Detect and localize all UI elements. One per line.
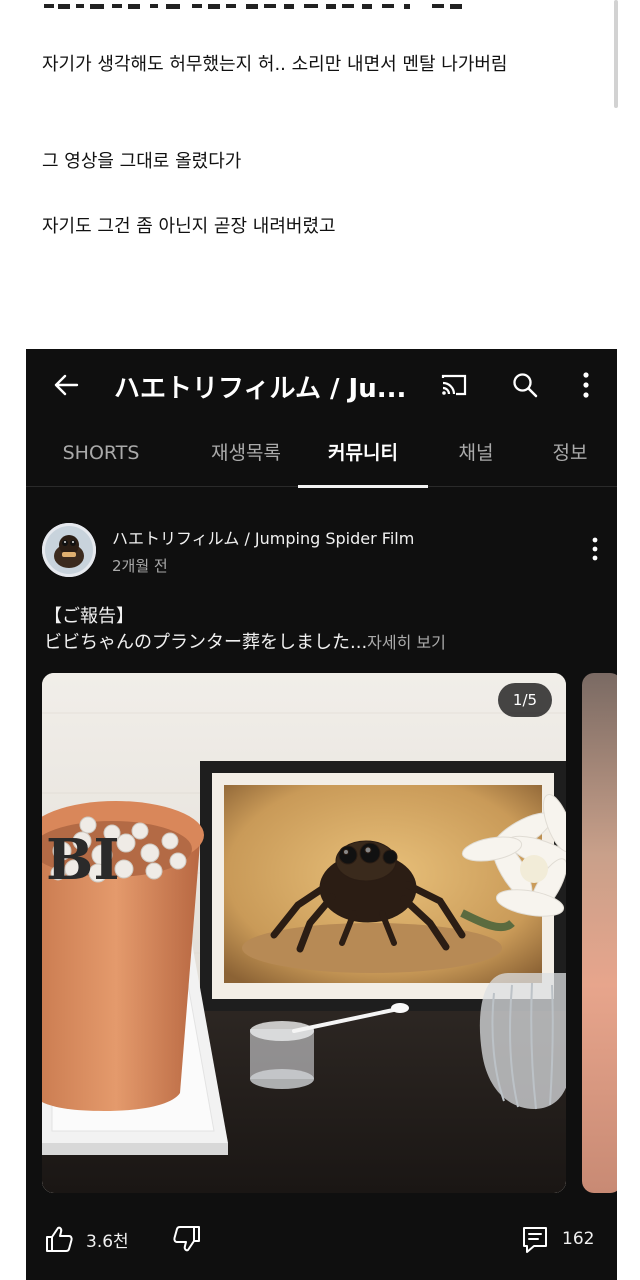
flower-pot: BI — [42, 801, 204, 1111]
article-line: 자기가 생각해도 허무했는지 허.. 소리만 내면서 멘탈 나가버림 — [42, 54, 508, 75]
comment-icon — [523, 1227, 547, 1253]
spider-memorial-photo: BI — [42, 673, 566, 1193]
post-image[interactable]: BI — [42, 673, 566, 1193]
tab-shorts[interactable]: SHORTS — [48, 421, 154, 487]
youtube-screenshot: ハエトリフィルム / Ju... SHORTS 재생목록 커뮤니티 채널 정보 — [26, 349, 617, 1280]
like-button[interactable]: 3.6천 — [44, 1219, 129, 1259]
thumbs-down-icon — [173, 1226, 200, 1252]
active-tab-indicator — [298, 485, 428, 488]
post-header: ハエトリフィルム / Jumping Spider Film 2개월 전 — [26, 509, 617, 589]
post-text-line2: ビビちゃんのプランター葬をしました...자세히 보기 — [44, 630, 604, 656]
thumbs-up-icon — [46, 1226, 73, 1252]
image-counter-badge: 1/5 — [498, 683, 552, 717]
channel-title: ハエトリフィルム / Ju... — [114, 374, 407, 404]
app-bar: ハエトリフィルム / Ju... — [26, 349, 617, 421]
comment-count: 162 — [562, 1229, 595, 1249]
scrollbar-thumb[interactable] — [614, 0, 618, 108]
channel-avatar[interactable] — [42, 523, 96, 577]
article-line: 그 영상을 그대로 올렸다가 — [42, 151, 242, 172]
more-vert-icon[interactable] — [568, 367, 604, 403]
next-image-peek[interactable] — [582, 673, 617, 1193]
search-icon[interactable] — [507, 367, 543, 403]
cut-off-line — [42, 0, 482, 17]
read-more-link[interactable]: 자세히 보기 — [367, 633, 446, 652]
tab-community-label: 커뮤니티 — [328, 442, 398, 464]
channel-tabs: SHORTS 재생목록 커뮤니티 채널 정보 — [26, 421, 617, 488]
post-actions: 3.6천 162 — [26, 1209, 617, 1269]
tab-playlists[interactable]: 재생목록 — [186, 421, 306, 487]
post-channel-name[interactable]: ハエトリフィルム / Jumping Spider Film — [112, 525, 414, 549]
comments-button[interactable]: 162 — [520, 1219, 594, 1259]
article-line: 자기도 그건 좀 아닌지 곧장 내려버렸고 — [42, 216, 336, 237]
cut-off-text-fragment — [44, 4, 462, 9]
dislike-button[interactable] — [172, 1219, 202, 1259]
post-time: 2개월 전 — [112, 557, 168, 575]
pot-letters: BI — [46, 827, 120, 893]
tab-channels[interactable]: 채널 — [444, 421, 508, 487]
tab-about[interactable]: 정보 — [538, 421, 602, 487]
post-text-line: 【ご報告】 — [44, 606, 134, 627]
post-text-snippet: ビビちゃんのプランター葬をしました... — [44, 632, 368, 653]
back-arrow-icon[interactable] — [48, 367, 84, 403]
post-more-icon[interactable] — [583, 531, 607, 567]
like-count: 3.6천 — [86, 1231, 129, 1252]
article-body: 자기가 생각해도 허무했는지 허.. 소리만 내면서 멘탈 나가버림 그 영상을… — [0, 0, 640, 350]
tab-community[interactable]: 커뮤니티 — [298, 421, 428, 488]
post-text: 【ご報告】 ビビちゃんのプランター葬をしました...자세히 보기 — [44, 604, 604, 656]
cast-icon[interactable] — [436, 367, 472, 403]
